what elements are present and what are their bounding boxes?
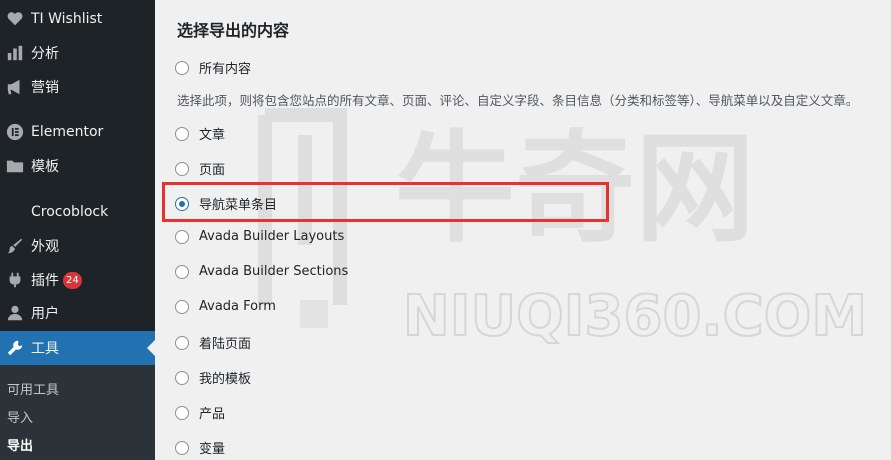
sidebar-item-label: 工具 (31, 341, 59, 357)
option-label: Avada Builder Sections (199, 264, 349, 279)
option-nav-menu-items[interactable]: 导航菜单条目 (175, 194, 277, 213)
option-label: 变量 (199, 442, 226, 457)
megaphone-icon (5, 77, 25, 97)
option-avada-builder-layouts[interactable]: Avada Builder Layouts (175, 229, 344, 244)
user-icon (5, 303, 25, 323)
plugin-icon (5, 270, 25, 290)
radio-button[interactable] (175, 264, 189, 279)
option-label: 文章 (199, 128, 226, 143)
sidebar-item-plugins[interactable]: 插件 24 (0, 263, 155, 297)
radio-button[interactable] (175, 370, 189, 385)
sidebar-item-tools[interactable]: 工具 (0, 331, 155, 365)
option-label: Avada Builder Layouts (199, 229, 345, 244)
radio-button[interactable] (175, 229, 189, 244)
folder-icon (5, 156, 25, 176)
tools-submenu: 可用工具 导入 导出 (0, 365, 155, 460)
chart-icon (5, 43, 25, 63)
export-content-panel: 牛奇网 NIUQI360.COM 选择导出的内容 所有内容 选择此项，则将包含您站… (155, 0, 891, 460)
sidebar-item-crocoblock[interactable]: Crocoblock (0, 195, 155, 229)
watermark-domain: NIUQI360.COM (403, 284, 867, 349)
heart-icon (5, 9, 25, 29)
submenu-available-tools[interactable]: 可用工具 (7, 379, 59, 398)
option-label: 着陆页面 (199, 337, 252, 352)
option-description: 选择此项，则将包含您站点的所有文章、页面、评论、自定义字段、条目信息（分类和标签… (177, 93, 859, 108)
option-label: 页面 (199, 163, 226, 178)
option-products[interactable]: 产品 (175, 403, 225, 422)
watermark-brand: 牛奇网 (395, 120, 755, 259)
option-pages[interactable]: 页面 (175, 159, 225, 178)
sidebar-item-ti-wishlist[interactable]: TI Wishlist (0, 2, 155, 36)
sidebar-item-label: 营销 (31, 80, 59, 96)
sidebar-item-appearance[interactable]: 外观 (0, 229, 155, 263)
sidebar-item-label: 用户 (31, 306, 59, 322)
admin-sidebar: TI Wishlist 分析 营销 Elementor 模板 Crocobloc… (0, 0, 155, 460)
option-label: 我的模板 (199, 372, 252, 387)
option-label: Avada Form (199, 299, 276, 314)
sidebar-item-marketing[interactable]: 营销 (0, 70, 155, 104)
radio-button[interactable] (175, 440, 189, 455)
sidebar-item-elementor[interactable]: Elementor (0, 115, 155, 149)
sidebar-item-templates[interactable]: 模板 (0, 149, 155, 183)
option-avada-builder-sections[interactable]: Avada Builder Sections (175, 264, 348, 279)
submenu-import[interactable]: 导入 (7, 407, 33, 426)
option-all-content[interactable]: 所有内容 (175, 58, 251, 77)
watermark-logo: 牛奇网 NIUQI360.COM (245, 95, 885, 355)
radio-button[interactable] (175, 60, 189, 75)
option-avada-form[interactable]: Avada Form (175, 299, 276, 314)
sidebar-item-label: Elementor (31, 124, 104, 140)
radio-button[interactable] (175, 405, 189, 420)
sidebar-item-label: 模板 (31, 159, 59, 175)
radio-button[interactable] (175, 335, 189, 350)
sidebar-item-analytics[interactable]: 分析 (0, 36, 155, 70)
radio-button-checked[interactable] (175, 196, 189, 211)
option-posts[interactable]: 文章 (175, 124, 225, 143)
option-landing-pages[interactable]: 着陆页面 (175, 333, 251, 352)
sidebar-item-label: TI Wishlist (31, 11, 103, 27)
option-my-templates[interactable]: 我的模板 (175, 368, 251, 387)
radio-button[interactable] (175, 299, 189, 314)
wrench-icon (5, 338, 25, 358)
paintbrush-icon (5, 236, 25, 256)
radio-button[interactable] (175, 126, 189, 141)
option-variations[interactable]: 变量 (175, 438, 225, 457)
sidebar-item-label: 外观 (31, 239, 59, 255)
plugin-update-badge: 24 (63, 271, 82, 289)
sidebar-item-label: 插件 (31, 273, 59, 289)
sidebar-item-users[interactable]: 用户 (0, 296, 155, 330)
sidebar-item-label: 分析 (31, 46, 59, 62)
option-label: 导航菜单条目 (199, 198, 278, 213)
option-label: 所有内容 (199, 62, 252, 77)
sidebar-item-label: Crocoblock (31, 204, 109, 220)
elementor-icon (5, 122, 25, 142)
option-label: 产品 (199, 407, 226, 422)
radio-button[interactable] (175, 161, 189, 176)
page-title: 选择导出的内容 (177, 21, 290, 40)
submenu-export[interactable]: 导出 (7, 435, 33, 454)
